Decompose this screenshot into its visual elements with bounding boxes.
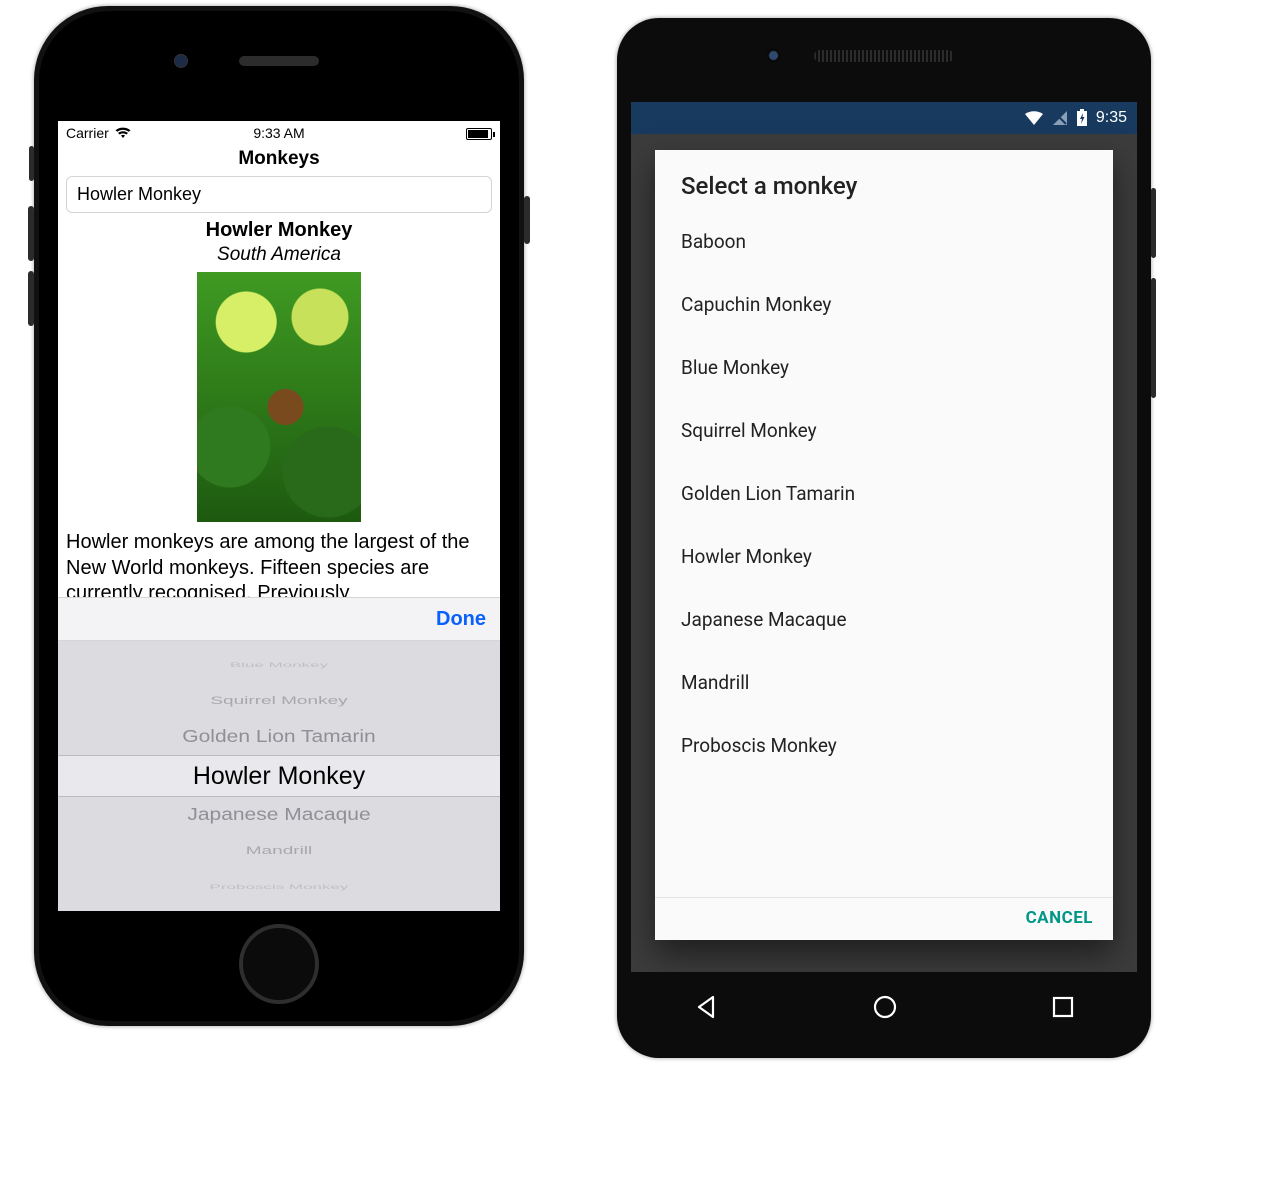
- picker-item[interactable]: Blue Monkey: [230, 659, 328, 672]
- android-screen: 9:35 Select a monkey Baboon Capuchin Mon…: [631, 102, 1137, 972]
- list-item[interactable]: Howler Monkey: [655, 525, 1113, 588]
- back-button[interactable]: [693, 994, 719, 1020]
- list-item[interactable]: Baboon: [655, 210, 1113, 273]
- iphone-speaker: [239, 56, 319, 66]
- wifi-icon: [1024, 110, 1044, 126]
- android-status-bar: 9:35: [631, 102, 1137, 134]
- android-device-frame: 9:35 Select a monkey Baboon Capuchin Mon…: [617, 18, 1151, 1058]
- battery-icon: [466, 128, 492, 140]
- list-item[interactable]: Proboscis Monkey: [655, 714, 1113, 777]
- monkey-image: [197, 272, 361, 522]
- iphone-device-frame: Carrier 9:33 AM Monkeys Howler Monkey Ho…: [34, 6, 524, 1026]
- iphone-mute-switch: [29, 146, 34, 181]
- monkey-description: Howler monkeys are among the largest of …: [66, 530, 492, 607]
- picker-accessory-bar: Done: [58, 597, 500, 641]
- ios-status-bar: Carrier 9:33 AM: [58, 121, 500, 145]
- ios-picker-wheel[interactable]: Capuchin Monkey Blue Monkey Squirrel Mon…: [58, 641, 500, 911]
- done-button[interactable]: Done: [436, 608, 486, 631]
- select-monkey-dialog: Select a monkey Baboon Capuchin Monkey B…: [655, 150, 1113, 940]
- picker-item[interactable]: Mandrill: [246, 840, 313, 862]
- list-item[interactable]: Squirrel Monkey: [655, 399, 1113, 462]
- wifi-icon: [115, 127, 131, 139]
- status-time: 9:35: [1096, 109, 1127, 127]
- list-item[interactable]: Japanese Macaque: [655, 588, 1113, 651]
- picker-item[interactable]: Golden Lion Tamarin: [182, 722, 375, 753]
- picker-item-selected[interactable]: Howler Monkey: [193, 755, 365, 797]
- iphone-home-button[interactable]: [239, 924, 319, 1004]
- monkey-picker-field[interactable]: Howler Monkey: [66, 176, 492, 213]
- page-title: Monkeys: [58, 145, 500, 176]
- iphone-screen: Carrier 9:33 AM Monkeys Howler Monkey Ho…: [58, 121, 500, 911]
- selected-monkey-name: Howler Monkey: [66, 219, 492, 242]
- android-dialog-scrim[interactable]: Select a monkey Baboon Capuchin Monkey B…: [631, 134, 1137, 972]
- carrier-label: Carrier: [66, 125, 109, 141]
- iphone-front-camera: [174, 54, 188, 68]
- iphone-volume-down: [28, 271, 34, 326]
- android-power-button: [1151, 188, 1156, 258]
- picker-item[interactable]: Proboscis Monkey: [210, 881, 349, 894]
- android-front-camera: [766, 48, 781, 63]
- iphone-volume-up: [28, 206, 34, 261]
- picker-item[interactable]: Japanese Macaque: [187, 800, 370, 831]
- android-speaker: [814, 50, 954, 62]
- android-volume-rocker: [1151, 278, 1156, 398]
- list-item[interactable]: Capuchin Monkey: [655, 273, 1113, 336]
- monkey-list[interactable]: Baboon Capuchin Monkey Blue Monkey Squir…: [655, 210, 1113, 897]
- iphone-power-button: [524, 196, 530, 244]
- list-item[interactable]: Golden Lion Tamarin: [655, 462, 1113, 525]
- cancel-button[interactable]: CANCEL: [1026, 908, 1093, 928]
- list-item[interactable]: Mandrill: [655, 651, 1113, 714]
- status-time: 9:33 AM: [208, 125, 350, 141]
- selected-monkey-region: South America: [66, 244, 492, 266]
- picker-item[interactable]: Squirrel Monkey: [210, 690, 347, 712]
- no-sim-icon: [1052, 110, 1068, 126]
- list-item[interactable]: Blue Monkey: [655, 336, 1113, 399]
- battery-charging-icon: [1076, 109, 1088, 127]
- android-top-bezel: [617, 18, 1151, 102]
- dialog-actions: CANCEL: [655, 897, 1113, 940]
- home-button[interactable]: [872, 994, 898, 1020]
- dialog-title: Select a monkey: [655, 150, 1113, 210]
- recent-apps-button[interactable]: [1051, 995, 1075, 1019]
- android-nav-bar: [617, 972, 1151, 1042]
